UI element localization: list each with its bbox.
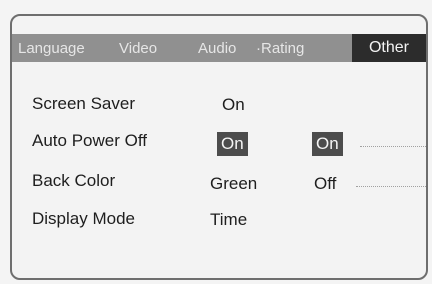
auto-power-off-label: Auto Power Off	[32, 131, 147, 150]
screen-saver-label: Screen Saver	[32, 94, 135, 113]
display-mode-label: Display Mode	[32, 209, 135, 228]
back-color-label: Back Color	[32, 171, 116, 190]
option-leader-dots	[356, 186, 426, 187]
option-leader-dots	[360, 146, 426, 147]
auto-power-off-value[interactable]: On	[217, 132, 248, 156]
setup-menu-frame: Language Video Audio ·Rating Other Scree…	[10, 14, 428, 280]
display-mode-value[interactable]: Time	[210, 208, 247, 232]
auto-power-off-option[interactable]: On	[312, 132, 343, 156]
screen-saver-value[interactable]: On	[222, 93, 245, 117]
back-color-option[interactable]: Off	[314, 172, 336, 196]
osd-screen: Language Video Audio ·Rating Other Scree…	[0, 0, 432, 284]
settings-list: Screen Saver On Auto Power Off On On Bac…	[12, 16, 426, 278]
auto-power-off-value-text: On	[217, 132, 248, 156]
back-color-value[interactable]: Green	[210, 172, 257, 196]
auto-power-off-option-text: On	[312, 132, 343, 156]
